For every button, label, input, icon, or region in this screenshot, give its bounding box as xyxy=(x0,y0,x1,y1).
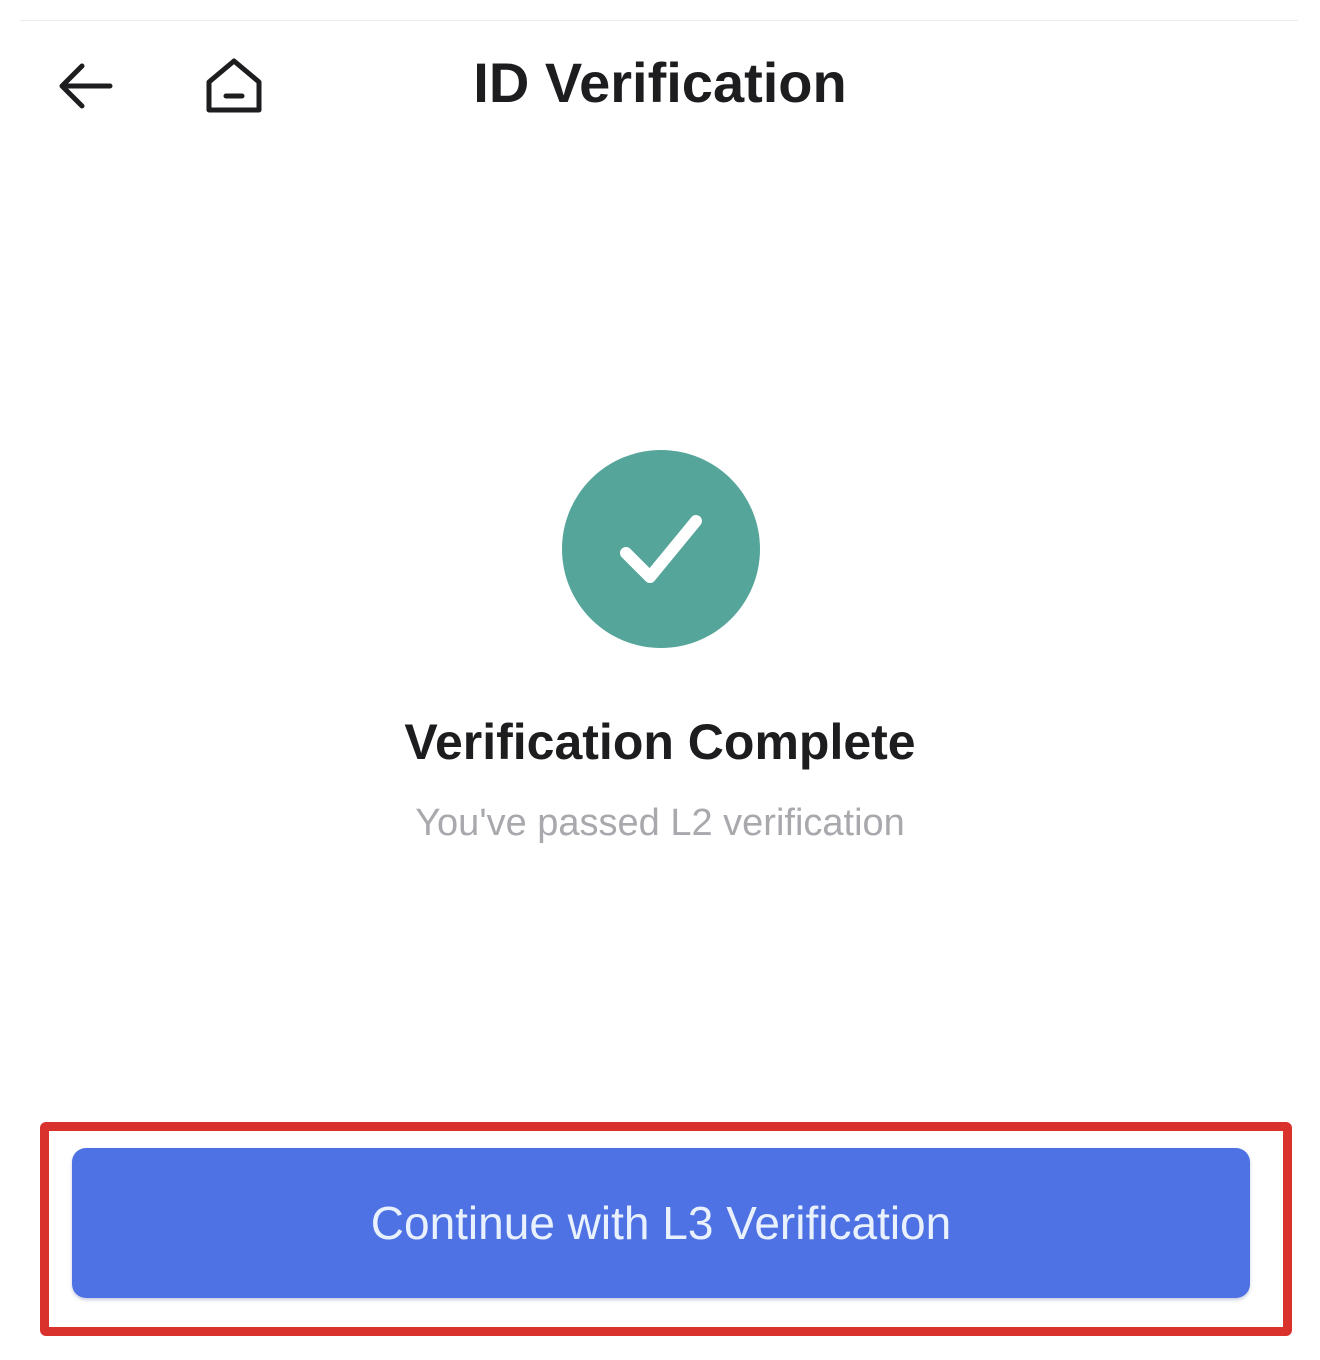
top-divider xyxy=(20,20,1298,21)
status-title: Verification Complete xyxy=(404,714,916,770)
app-header: ID Verification xyxy=(0,30,1320,140)
status-subtitle: You've passed L2 verification xyxy=(415,802,905,844)
checkmark-icon xyxy=(620,515,702,583)
success-badge xyxy=(562,450,760,648)
page-title: ID Verification xyxy=(473,51,847,114)
continue-l3-verification-button[interactable]: Continue with L3 Verification xyxy=(72,1148,1250,1298)
